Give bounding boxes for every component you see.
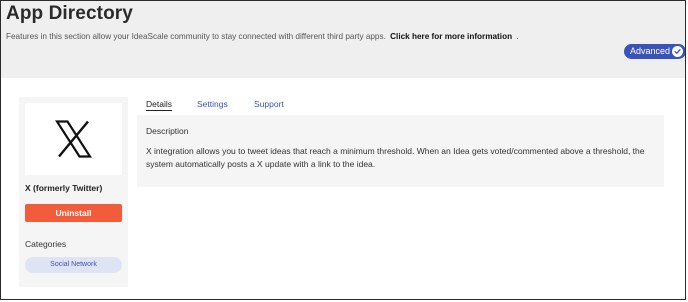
intro-description: Features in this section allow your Idea… [6, 32, 386, 41]
tab-settings[interactable]: Settings [197, 99, 228, 109]
uninstall-button[interactable]: Uninstall [25, 204, 122, 222]
advanced-label: Advanced [630, 46, 671, 56]
category-tag-social-network[interactable]: Social Network [25, 257, 122, 273]
advanced-toggle[interactable]: Advanced [624, 44, 685, 59]
check-icon [672, 46, 683, 57]
app-logo [25, 103, 122, 175]
description-heading: Description [146, 126, 189, 136]
intro-suffix: . [516, 32, 519, 41]
tab-details[interactable]: Details [146, 99, 172, 111]
x-logo-icon [55, 120, 92, 158]
page-header: App Directory Features in this section a… [1, 1, 685, 78]
app-summary-card: X (formerly Twitter) Uninstall Categorie… [19, 97, 128, 287]
more-info-link[interactable]: Click here for more information [390, 32, 512, 41]
page-title: App Directory [6, 3, 133, 24]
intro-text: Features in this section allow your Idea… [6, 32, 519, 41]
details-panel: Description X integration allows you to … [137, 115, 664, 187]
tab-support[interactable]: Support [254, 99, 284, 109]
description-text: X integration allows you to tweet ideas … [146, 146, 645, 169]
categories-heading: Categories [25, 239, 67, 249]
app-name: X (formerly Twitter) [25, 183, 103, 193]
app-frame: App Directory Features in this section a… [0, 0, 686, 300]
